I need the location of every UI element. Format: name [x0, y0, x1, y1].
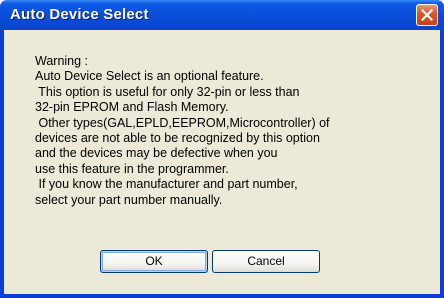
message-line: select your part number manually. — [35, 192, 223, 207]
message-line: Warning : — [35, 54, 89, 68]
message-line: If you know the manufacturer and part nu… — [35, 177, 298, 192]
dialog-window: Auto Device Select Warning : Auto Device … — [0, 0, 444, 298]
message-line: Auto Device Select is an optional featur… — [35, 69, 264, 84]
close-button[interactable] — [416, 4, 438, 26]
ok-button[interactable]: OK — [100, 250, 208, 273]
close-icon — [421, 9, 433, 21]
message-line: devices are not able to be recognized by… — [35, 131, 320, 146]
cancel-button[interactable]: Cancel — [212, 250, 320, 273]
title-bar[interactable]: Auto Device Select — [0, 0, 444, 30]
message-line: use this feature in the programmer. — [35, 161, 229, 176]
dialog-title: Auto Device Select — [10, 6, 149, 23]
message-line: This option is useful for only 32-pin or… — [35, 84, 300, 99]
message-line: and the devices may be defective when yo… — [35, 146, 278, 161]
message-line: 32-pin EPROM and Flash Memory. — [35, 100, 229, 115]
dialog-body: Warning : Auto Device Select is an option… — [4, 30, 440, 294]
message-line: Other types(GAL,EPLD,EEPROM,Microcontrol… — [35, 115, 330, 130]
warning-message: Warning : Auto Device Select is an option… — [35, 54, 330, 208]
